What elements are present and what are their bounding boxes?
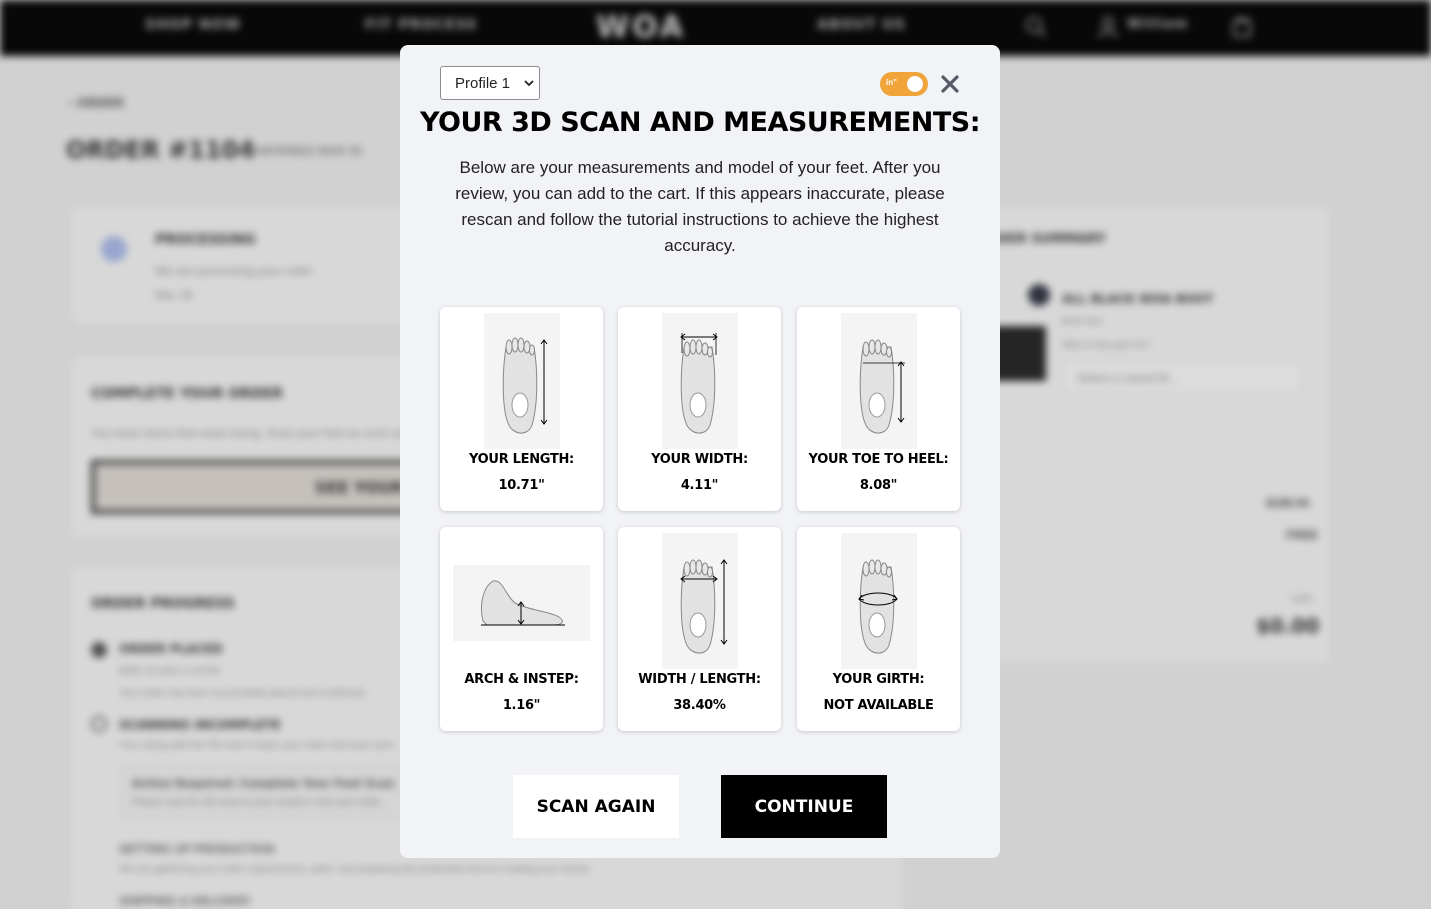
card-value: 38.40% (673, 698, 726, 713)
card-label: YOUR WIDTH: (651, 452, 748, 467)
width-length-icon (662, 533, 738, 669)
card-value: 10.71" (498, 478, 545, 493)
toggle-knob (907, 76, 923, 92)
card-value: NOT AVAILABLE (823, 698, 934, 713)
continue-button[interactable]: CONTINUE (721, 775, 887, 838)
measurement-card-length: YOUR LENGTH: 10.71" (440, 307, 603, 511)
foot-width-icon (662, 313, 738, 449)
card-label: YOUR LENGTH: (469, 452, 574, 467)
scan-again-button[interactable]: SCAN AGAIN (513, 775, 679, 838)
unit-toggle-label: in" (886, 78, 897, 87)
measurement-card-girth: YOUR GIRTH: NOT AVAILABLE (797, 527, 960, 731)
modal-description: Below are your measurements and model of… (455, 158, 945, 255)
card-label: YOUR GIRTH: (832, 672, 925, 687)
card-value: 8.08" (859, 478, 898, 493)
modal-title: YOUR 3D SCAN AND MEASUREMENTS: (419, 107, 981, 138)
scan-results-modal: Profile 1 in" YOUR 3D SCAN AND MEASUREME… (400, 45, 1000, 858)
close-icon[interactable] (938, 72, 962, 96)
measurement-card-width: YOUR WIDTH: 4.11" (618, 307, 781, 511)
girth-icon (841, 533, 917, 669)
card-label: WIDTH / LENGTH: (638, 672, 761, 687)
card-label: YOUR TOE TO HEEL: (808, 452, 949, 467)
profile-select[interactable]: Profile 1 (440, 66, 540, 100)
foot-length-icon (484, 313, 560, 449)
measurement-card-toe-to-heel: YOUR TOE TO HEEL: 8.08" (797, 307, 960, 511)
unit-toggle[interactable]: in" (880, 72, 928, 96)
card-value: 4.11" (680, 478, 719, 493)
card-label: ARCH & INSTEP: (464, 672, 579, 687)
card-value: 1.16" (502, 698, 541, 713)
measurement-card-width-length: WIDTH / LENGTH: 38.40% (618, 527, 781, 731)
measurement-card-arch-instep: ARCH & INSTEP: 1.16" (440, 527, 603, 731)
arch-instep-icon (453, 565, 590, 641)
toe-to-heel-icon (841, 313, 917, 449)
